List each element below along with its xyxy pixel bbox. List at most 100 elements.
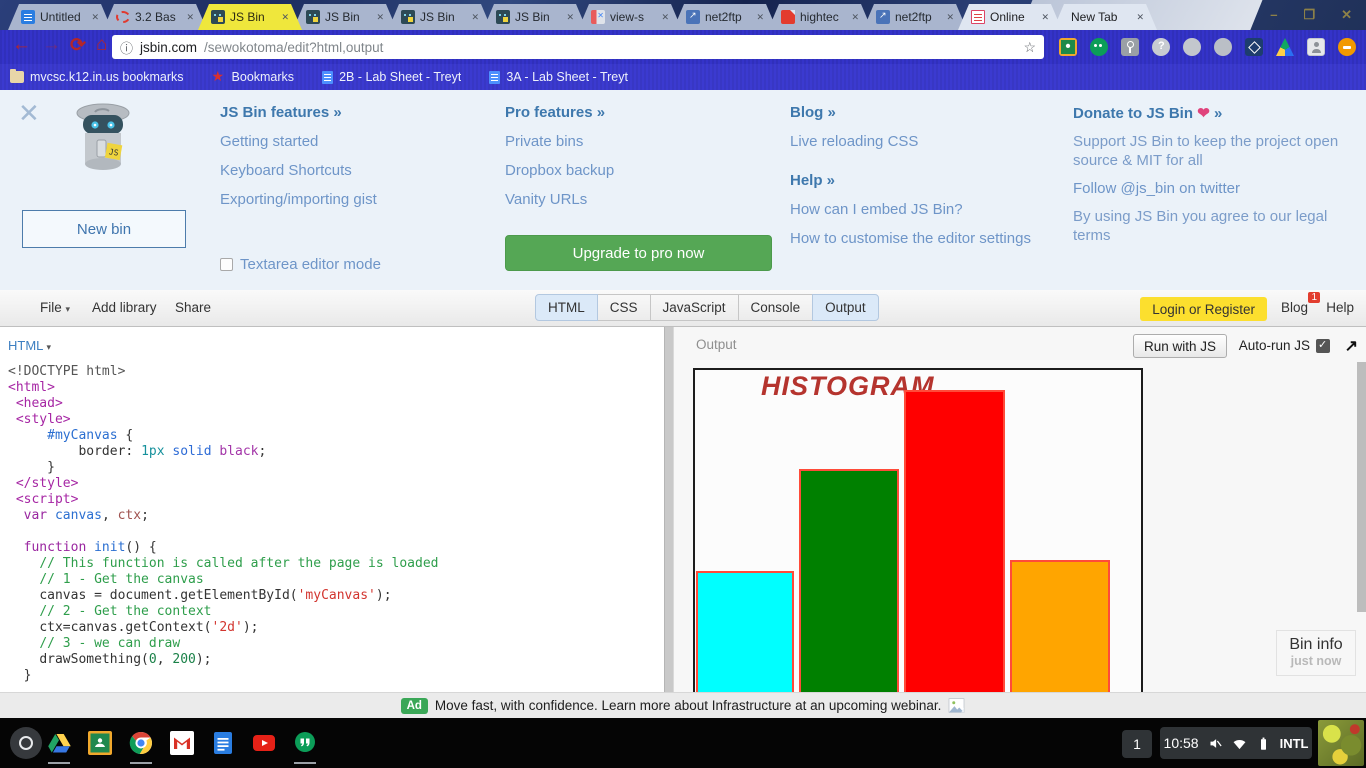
file-menu[interactable]: File ▾ [40,300,70,315]
welcome-link[interactable]: Vanity URLs [505,191,614,208]
circle-c-extension-icon[interactable] [1214,38,1232,56]
tab-close-icon[interactable]: ✕ [471,12,479,23]
restore-icon[interactable]: ❐ [1303,7,1315,23]
panel-tab-html[interactable]: HTML [535,294,598,321]
browser-tab-js-bin[interactable]: JS Bin✕ [388,4,492,30]
output-scrollbar[interactable] [1357,362,1366,612]
bookmark-item[interactable]: 3A - Lab Sheet - Treyt [489,70,628,84]
welcome-link[interactable]: Keyboard Shortcuts [220,162,377,179]
circle-a-extension-icon[interactable] [1152,38,1170,56]
browser-tab-js-bin[interactable]: JS Bin✕ [483,4,587,30]
reload-icon[interactable]: ⟳ [70,34,86,57]
browser-tab-online[interactable]: Online✕ [958,4,1062,30]
browser-tab-hightec[interactable]: hightec✕ [768,4,872,30]
hangouts-shelf-icon[interactable] [293,731,317,755]
autorun-checkbox[interactable] [1316,339,1330,353]
tab-close-icon[interactable]: ✕ [946,12,954,23]
key-extension-icon[interactable] [1121,38,1139,56]
tab-close-icon[interactable]: ✕ [186,12,194,23]
panel-tab-css[interactable]: CSS [597,294,651,321]
bookmark-item[interactable]: 2B - Lab Sheet - Treyt [322,70,461,84]
panel-resizer[interactable] [664,327,674,692]
panel-tab-console[interactable]: Console [738,294,814,321]
pro-heading[interactable]: Pro features » [505,104,614,121]
blog-link[interactable]: Blog 1 [1281,300,1308,315]
browser-tab-view-s[interactable]: view-s✕ [578,4,682,30]
html-editor-panel[interactable]: HTML ▾ <!DOCTYPE html><html> <head> <sty… [0,327,664,692]
code-area[interactable]: <!DOCTYPE html><html> <head> <style> #my… [8,364,438,684]
classroom-extension-icon[interactable] [1059,38,1077,56]
textarea-mode-checkbox[interactable] [220,258,233,271]
panel-tab-javascript[interactable]: JavaScript [650,294,739,321]
donate-heading[interactable]: Donate to JS Bin ❤ » [1073,104,1341,122]
launcher-icon[interactable] [10,727,42,759]
add-library-menu[interactable]: Add library [92,300,157,315]
donate-follow-link[interactable]: Follow @js_bin on twitter [1073,180,1341,197]
drive-shelf-icon[interactable] [47,731,71,755]
page-info-icon[interactable]: ⓘ [120,38,133,57]
tab-close-icon[interactable]: ✕ [376,12,384,23]
back-icon[interactable]: ← [12,34,31,56]
welcome-link[interactable]: How to customise the editor settings [790,230,1031,247]
status-tray[interactable]: 10:58 INTL [1160,727,1312,759]
welcome-link[interactable]: Exporting/importing gist [220,191,377,208]
browser-tab-3-2-bas[interactable]: 3.2 Bas✕ [103,4,207,30]
tab-close-icon[interactable]: ✕ [566,12,574,23]
minimize-icon[interactable]: – [1270,7,1277,23]
welcome-close-icon[interactable]: ✕ [18,98,40,129]
welcome-link[interactable]: How can I embed JS Bin? [790,201,1031,218]
help-heading[interactable]: Help » [790,172,1031,189]
donate-support-text[interactable]: Support JS Bin to keep the project open … [1073,132,1341,170]
browser-tab-net2ftp[interactable]: net2ftp✕ [863,4,967,30]
welcome-link[interactable]: Getting started [220,133,377,150]
bookmark-star-icon[interactable]: ☆ [1023,39,1036,56]
open-output-window-icon[interactable]: ↗ [1345,336,1358,356]
tab-close-icon[interactable]: ✕ [1136,12,1144,23]
close-icon[interactable]: ✕ [1341,7,1352,23]
browser-tab-net2ftp[interactable]: net2ftp✕ [673,4,777,30]
hangouts-extension-icon[interactable] [1090,38,1108,56]
tab-close-icon[interactable]: ✕ [1041,12,1049,23]
login-register-button[interactable]: Login or Register [1140,297,1267,321]
welcome-link[interactable]: Private bins [505,133,614,150]
welcome-link[interactable]: Live reloading CSS [790,133,1031,150]
address-bar[interactable]: ⓘ jsbin.com /sewokotoma/edit?html,output… [112,35,1044,59]
forward-icon[interactable]: → [42,34,61,56]
bookmark-item[interactable]: Bookmarks [212,70,295,84]
upgrade-pro-button[interactable]: Upgrade to pro now [505,235,772,271]
drive-extension-icon[interactable] [1276,38,1294,56]
bin-info-box[interactable]: Bin info just now [1276,630,1356,676]
tab-close-icon[interactable]: ✕ [281,12,289,23]
donate-legal-text[interactable]: By using JS Bin you agree to our legal t… [1073,207,1341,245]
welcome-link[interactable]: Dropbox backup [505,162,614,179]
gmail-shelf-icon[interactable] [170,731,194,755]
account-avatar[interactable] [1318,720,1364,766]
tab-close-icon[interactable]: ✕ [91,12,99,23]
blog-heading[interactable]: Blog » [790,104,1031,121]
browser-tab-new-tab[interactable]: New Tab✕ [1053,4,1157,30]
docs-shelf-icon[interactable] [211,731,235,755]
browser-tab-untitled[interactable]: Untitled✕ [8,4,112,30]
browser-tab-js-bin[interactable]: JS Bin✕ [293,4,397,30]
new-bin-button[interactable]: New bin [22,210,186,248]
ad-badge[interactable]: Ad [401,698,428,714]
tab-close-icon[interactable]: ✕ [851,12,859,23]
panel-tab-output[interactable]: Output [812,294,879,321]
tab-close-icon[interactable]: ✕ [756,12,764,23]
classroom-shelf-icon[interactable] [88,731,112,755]
home-icon[interactable]: ⌂ [96,34,107,56]
features-heading[interactable]: JS Bin features » [220,104,377,121]
share-menu[interactable]: Share [175,300,211,315]
browser-tab-js-bin[interactable]: JS Bin✕ [198,4,302,30]
diamond-extension-icon[interactable] [1245,38,1263,56]
html-panel-label[interactable]: HTML ▾ [8,338,51,353]
help-link[interactable]: Help [1326,300,1354,315]
chrome-shelf-icon[interactable] [129,731,153,755]
run-with-js-button[interactable]: Run with JS [1133,334,1227,358]
youtube-shelf-icon[interactable] [252,731,276,755]
orange-minus-extension-icon[interactable] [1338,38,1356,56]
notification-badge[interactable]: 1 [1122,730,1152,758]
ad-text[interactable]: Move fast, with confidence. Learn more a… [435,698,942,713]
bookmark-item[interactable]: mvcsc.k12.in.us bookmarks [10,70,184,84]
circle-b-extension-icon[interactable] [1183,38,1201,56]
